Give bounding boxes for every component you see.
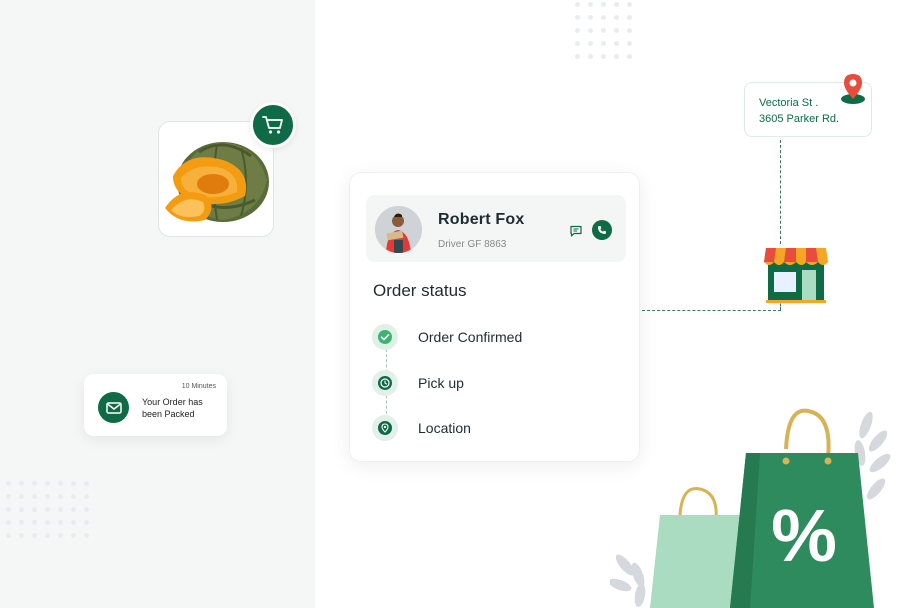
order-status-title: Order status [373,281,467,300]
notification-message: Your Order has been Packed [142,397,203,419]
address-line-1: Vectoria St . [759,97,819,109]
status-label: Pick up [418,375,464,391]
chat-icon[interactable] [569,224,583,238]
driver-info: Robert Fox Driver GF 8863 [366,195,626,262]
shopping-bags-illustration: % [610,408,891,608]
phone-icon [598,226,606,234]
clock-icon [372,370,398,396]
packed-notification[interactable]: 10 Minutes Your Order has been Packed [84,374,227,436]
call-button[interactable] [592,220,612,240]
driver-name: Robert Fox [438,211,525,228]
status-pick-up: Pick up [372,370,464,396]
route-line-vertical [780,140,781,244]
add-to-cart-button[interactable] [250,102,296,148]
map-pin-icon [841,74,865,104]
check-icon [372,324,398,350]
notification-time: 10 Minutes [181,383,216,390]
driver-id: Driver GF 8863 [438,239,507,250]
driver-avatar [375,206,422,253]
status-label: Order Confirmed [418,329,523,345]
location-pin-icon [372,415,398,441]
cart-icon [262,116,283,134]
route-line-horizontal [642,310,781,311]
store-icon [764,248,828,303]
order-status-card: Robert Fox Driver GF 8863 Order status O… [349,172,640,462]
discount-symbol: % [771,494,837,577]
decorative-dots-bottom [6,481,89,538]
mail-icon [98,392,129,423]
status-order-confirmed: Order Confirmed [372,324,522,350]
status-label: Location [418,420,471,436]
decorative-dots-top [575,2,632,59]
address-line-2: 3605 Parker Rd. [759,113,840,125]
status-location: Location [372,415,471,441]
